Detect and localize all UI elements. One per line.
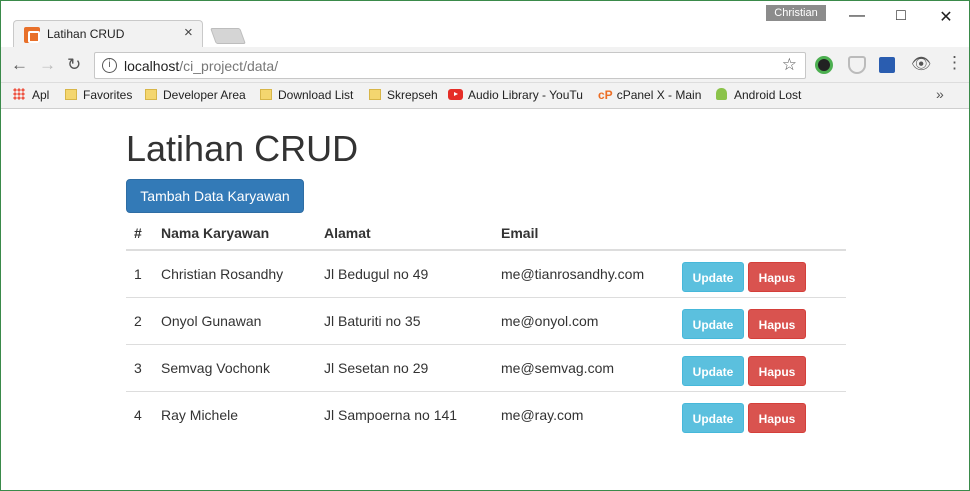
info-icon[interactable]: i: [102, 58, 117, 73]
bookmark-label: Apl: [32, 88, 50, 102]
update-button[interactable]: Update: [682, 308, 744, 339]
delete-button[interactable]: Hapus: [748, 261, 806, 292]
back-icon[interactable]: ←: [11, 55, 28, 75]
column-header-email: Email: [493, 217, 682, 251]
eye-icon[interactable]: 👁: [911, 54, 931, 74]
bookmark-label: Favorites: [83, 88, 133, 102]
shield-icon[interactable]: [848, 56, 866, 74]
title-bar: Latihan CRUD × Christian — □ ✕: [1, 1, 969, 48]
table-row: 4 Ray Michele Jl Sampoerna no 141 me@ray…: [126, 390, 846, 438]
cell-name: Semvag Vochonk: [153, 343, 316, 391]
column-header-number: #: [126, 217, 153, 251]
bookmark-label: Android Lost: [734, 88, 802, 102]
cell-name: Christian Rosandhy: [161, 265, 284, 282]
close-icon[interactable]: ×: [184, 24, 193, 41]
table-row: 2 Onyol Gunawan Jl Baturiti no 35 me@ony…: [126, 296, 846, 344]
add-employee-button[interactable]: Tambah Data Karyawan: [126, 179, 304, 213]
column-header-name: Nama Karyawan: [153, 217, 316, 251]
menu-icon[interactable]: ⋮: [946, 53, 963, 73]
bookmark-developer-area[interactable]: Developer Area: [145, 88, 246, 102]
bookmark-label: Audio Library - YouTu: [468, 88, 583, 102]
cell-actions: Update Hapus: [682, 250, 846, 297]
cell-actions: Update Hapus: [682, 296, 846, 344]
android-icon: [716, 88, 727, 100]
delete-button[interactable]: Hapus: [748, 308, 806, 339]
bookmark-skrepseh[interactable]: Skrepseh: [369, 88, 438, 102]
profile-badge[interactable]: Christian: [766, 5, 826, 21]
address-bar[interactable]: i localhost/ci_project/data/ ☆: [94, 52, 806, 79]
bookmark-extension-icon[interactable]: [879, 57, 895, 73]
apps-icon: [13, 88, 25, 100]
tab-latihan-crud[interactable]: Latihan CRUD ×: [13, 20, 203, 48]
cell-address: Jl Baturiti no 35: [316, 296, 493, 344]
update-button[interactable]: Update: [682, 402, 744, 433]
folder-icon: [145, 89, 157, 100]
bookmark-label: Download List: [278, 88, 354, 102]
minimize-icon[interactable]: —: [847, 7, 867, 25]
cell-address: Jl Sampoerna no 141: [316, 390, 493, 438]
tab-title: Latihan CRUD: [47, 27, 125, 41]
bookmark-download-list[interactable]: Download List: [260, 88, 353, 102]
bookmark-star-icon[interactable]: ☆: [782, 55, 797, 75]
cell-address: Jl Bedugul no 49: [324, 265, 429, 282]
url-path: /ci_project/data/: [179, 58, 279, 74]
cell-number: 3: [126, 343, 153, 391]
browser-window: Latihan CRUD × Christian — □ ✕ ← → ↻ i l…: [0, 0, 970, 491]
window-close-icon[interactable]: ✕: [936, 7, 956, 27]
delete-button[interactable]: Hapus: [748, 402, 806, 433]
cpanel-icon: cP: [598, 88, 613, 102]
folder-icon: [65, 89, 77, 100]
column-header-actions: [682, 217, 846, 251]
cell-email: me@semvag.com: [493, 343, 682, 391]
cell-address: Jl Sesetan no 29: [316, 343, 493, 391]
browser-toolbar: ← → ↻ i localhost/ci_project/data/ ☆ 👁 ⋮: [1, 47, 969, 83]
new-tab-button[interactable]: [210, 28, 246, 44]
page-title: Latihan CRUD: [126, 128, 359, 169]
cell-actions: Update Hapus: [682, 390, 846, 438]
cell-actions: Update Hapus: [682, 343, 846, 391]
bookmark-apps[interactable]: Apl: [13, 88, 49, 102]
url-text[interactable]: localhost/ci_project/data/: [124, 58, 278, 74]
extension-color-icon[interactable]: [815, 56, 833, 74]
bookmark-label: Developer Area: [163, 88, 246, 102]
page-content: Latihan CRUD Tambah Data Karyawan # Nama…: [126, 127, 846, 438]
bookmark-favorites[interactable]: Favorites: [65, 88, 132, 102]
table-header-row: # Nama Karyawan Alamat Email: [126, 217, 846, 251]
bookmark-label: Skrepseh: [387, 88, 438, 102]
bookmark-audio-library[interactable]: Audio Library - YouTu: [448, 88, 584, 102]
cell-number: 1: [134, 265, 142, 282]
cell-email: me@onyol.com: [493, 296, 682, 344]
folder-icon: [369, 89, 381, 100]
url-host: localhost: [124, 58, 180, 74]
bookmark-android-lost[interactable]: Android Lost: [716, 88, 801, 102]
table-row: 1 Christian Rosandhy Jl Bedugul no 49 me…: [126, 250, 846, 297]
table-row: 3 Semvag Vochonk Jl Sesetan no 29 me@sem…: [126, 343, 846, 391]
xampp-icon: [24, 27, 40, 43]
forward-icon[interactable]: →: [39, 55, 56, 75]
bookmarks-bar: Apl Favorites Developer Area Download Li…: [1, 83, 969, 109]
youtube-icon: [448, 89, 463, 100]
cell-name: Onyol Gunawan: [153, 296, 316, 344]
column-header-address: Alamat: [316, 217, 493, 251]
update-button[interactable]: Update: [682, 261, 744, 292]
employee-table: # Nama Karyawan Alamat Email 1 Christian…: [126, 217, 846, 438]
cell-email: me@ray.com: [493, 390, 682, 438]
maximize-icon[interactable]: □: [891, 7, 911, 25]
bookmark-label: cPanel X - Main: [616, 88, 702, 102]
cell-number: 2: [126, 296, 153, 344]
folder-icon: [260, 89, 272, 100]
chevron-double-right-icon[interactable]: »: [936, 86, 944, 102]
bookmark-cpanel[interactable]: cP cPanel X - Main: [598, 88, 701, 102]
update-button[interactable]: Update: [682, 355, 744, 386]
delete-button[interactable]: Hapus: [748, 355, 806, 386]
cell-email: me@tianrosandhy.com: [501, 265, 645, 282]
reload-icon[interactable]: ↻: [67, 55, 81, 75]
cell-number: 4: [126, 390, 153, 438]
cell-name: Ray Michele: [153, 390, 316, 438]
